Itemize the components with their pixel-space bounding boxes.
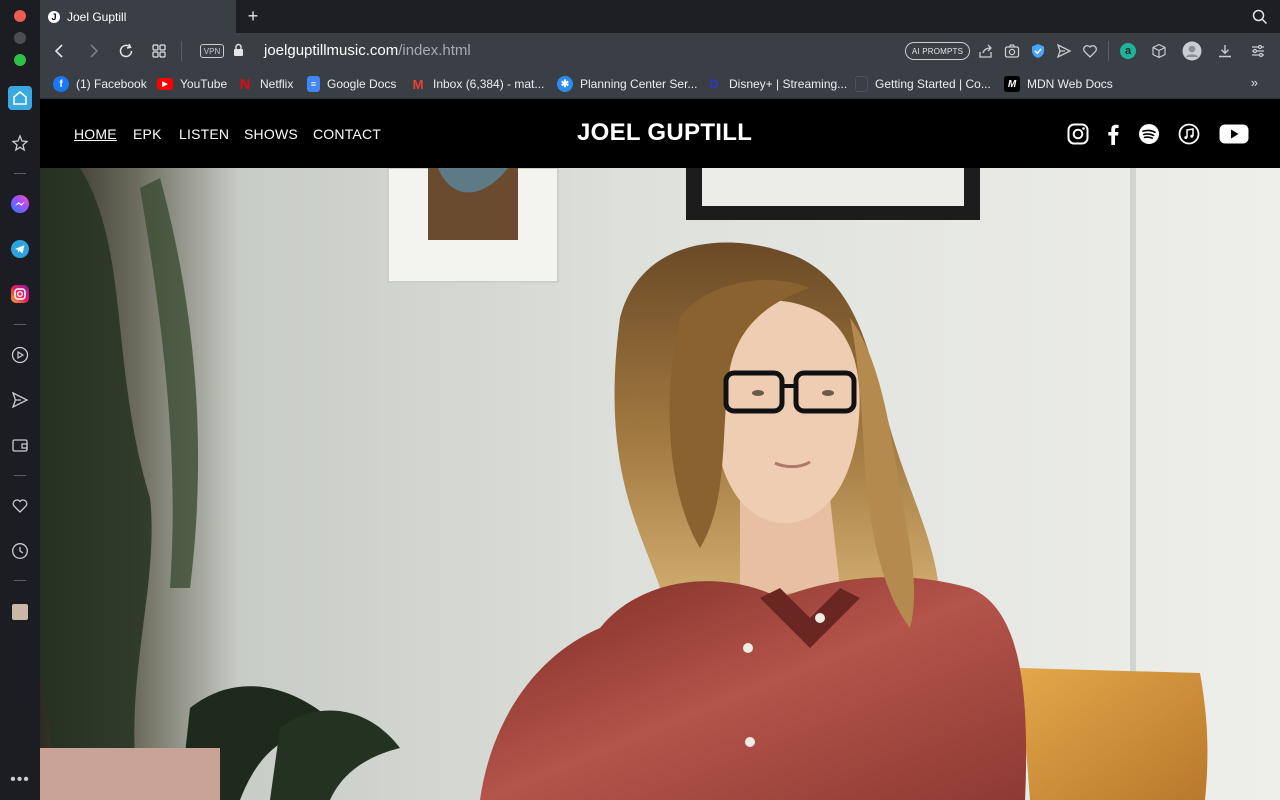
favorite-heart-icon[interactable] xyxy=(1080,41,1100,61)
url-field[interactable]: joelguptillmusic.com/index.html xyxy=(264,42,471,59)
site-logo[interactable]: JOEL GUPTILL xyxy=(577,119,752,147)
youtube-icon: ▶ xyxy=(157,78,173,90)
ai-prompts-button[interactable]: AI PROMPTS xyxy=(905,42,970,60)
tab-bar: J Joel Guptill + xyxy=(40,0,1280,33)
minimize-window-button[interactable] xyxy=(14,32,26,44)
sidebar-more-icon[interactable]: ••• xyxy=(8,768,32,792)
forward-button[interactable] xyxy=(83,41,103,61)
sidebar-messenger-icon[interactable] xyxy=(8,192,32,216)
close-window-button[interactable] xyxy=(14,10,26,22)
url-path: /index.html xyxy=(398,42,471,59)
mdn-icon: M xyxy=(1004,76,1020,92)
ad-blocker-shield-icon[interactable] xyxy=(1028,41,1048,61)
sidebar-player-icon[interactable] xyxy=(8,343,32,367)
nav-home-link[interactable]: HOME xyxy=(74,126,117,142)
url-host: joelguptillmusic.com xyxy=(264,42,399,59)
disney-plus-icon: D xyxy=(709,77,719,91)
site-header: HOME EPK LISTEN SHOWS CONTACT JOEL GUPTI… xyxy=(40,99,1280,168)
facebook-icon[interactable] xyxy=(1099,120,1127,148)
bookmark-disney-plus[interactable]: D Disney+ | Streaming... xyxy=(706,74,848,94)
google-docs-icon: ≡ xyxy=(307,76,320,92)
planning-center-icon: ✱ xyxy=(557,76,573,92)
bookmark-youtube[interactable]: ▶ YouTube xyxy=(157,74,227,94)
hero-photo-illustration xyxy=(40,168,1280,800)
sidebar-divider xyxy=(14,324,26,325)
bookmark-label: Inbox (6,384) - mat... xyxy=(433,77,545,91)
browser-sidebar: ••• xyxy=(0,0,40,800)
back-button[interactable] xyxy=(50,41,70,61)
toolbar-divider xyxy=(181,41,182,61)
youtube-icon[interactable] xyxy=(1217,120,1251,148)
bookmark-netflix[interactable]: N Netflix xyxy=(237,74,294,94)
spotify-icon[interactable] xyxy=(1135,120,1163,148)
nav-contact-link[interactable]: CONTACT xyxy=(313,126,381,142)
bookmark-label: (1) Facebook xyxy=(76,77,147,91)
snapshot-icon[interactable] xyxy=(1002,41,1022,61)
sidebar-divider xyxy=(14,475,26,476)
bookmark-label: Netflix xyxy=(260,77,294,91)
easy-setup-menu-icon[interactable] xyxy=(1248,41,1268,61)
lock-icon[interactable] xyxy=(233,43,244,62)
getting-started-icon xyxy=(855,76,868,92)
tab-joel-guptill[interactable]: J Joel Guptill xyxy=(40,0,236,33)
bookmark-label: Planning Center Ser... xyxy=(580,77,698,91)
facebook-icon: f xyxy=(53,76,69,92)
tab-favicon-icon: J xyxy=(48,10,60,23)
instagram-icon[interactable] xyxy=(1064,120,1092,148)
nav-epk-link[interactable]: EPK xyxy=(133,126,162,142)
reload-button[interactable] xyxy=(116,41,136,61)
apple-music-icon[interactable] xyxy=(1175,120,1203,148)
bookmark-facebook[interactable]: f (1) Facebook xyxy=(53,74,147,94)
netflix-icon: N xyxy=(239,75,251,93)
bookmark-mdn[interactable]: M MDN Web Docs xyxy=(1004,74,1113,94)
tab-search-icon[interactable] xyxy=(1252,9,1268,30)
bookmark-planning-center[interactable]: ✱ Planning Center Ser... xyxy=(557,74,697,94)
tab-title: Joel Guptill xyxy=(67,9,127,24)
extensions-cube-icon[interactable] xyxy=(1149,41,1169,61)
address-bar: VPN joelguptillmusic.com/index.html AI P… xyxy=(40,33,1280,69)
bookmark-gmail[interactable]: M Inbox (6,384) - mat... xyxy=(410,74,545,94)
sidebar-send-icon[interactable] xyxy=(8,388,32,412)
nav-listen-link[interactable]: LISTEN xyxy=(179,126,229,142)
gmail-icon: M xyxy=(412,76,424,92)
share-icon[interactable] xyxy=(976,41,996,61)
bookmark-label: Google Docs xyxy=(327,77,397,91)
sidebar-divider xyxy=(14,173,26,174)
new-tab-button[interactable]: + xyxy=(244,7,262,25)
web-page: HOME EPK LISTEN SHOWS CONTACT JOEL GUPTI… xyxy=(40,99,1280,800)
sidebar-instagram-icon[interactable] xyxy=(8,282,32,306)
sidebar-home-icon[interactable] xyxy=(8,86,32,110)
vpn-badge[interactable]: VPN xyxy=(200,44,224,58)
sidebar-history-icon[interactable] xyxy=(8,539,32,563)
bookmark-label: MDN Web Docs xyxy=(1027,77,1113,91)
hero-photo xyxy=(40,168,1280,800)
profile-avatar-icon[interactable] xyxy=(1182,41,1202,61)
sidebar-bookmarks-icon[interactable] xyxy=(8,131,32,155)
bookmark-google-docs[interactable]: ≡ Google Docs xyxy=(307,74,396,94)
sidebar-heart-icon[interactable] xyxy=(8,494,32,518)
sidebar-wallet-icon[interactable] xyxy=(8,433,32,457)
bookmarks-overflow-icon[interactable]: » xyxy=(1251,75,1258,90)
bookmark-label: Disney+ | Streaming... xyxy=(729,77,848,91)
nav-shows-link[interactable]: SHOWS xyxy=(244,126,298,142)
maximize-window-button[interactable] xyxy=(14,54,26,66)
bookmark-label: YouTube xyxy=(180,77,228,91)
tabs-grid-button[interactable] xyxy=(149,41,169,61)
bookmark-label: Getting Started | Co... xyxy=(875,77,991,91)
sidebar-divider xyxy=(14,580,26,581)
aria-ai-icon[interactable]: a xyxy=(1118,41,1138,61)
downloads-icon[interactable] xyxy=(1215,41,1235,61)
bookmarks-bar: f (1) Facebook ▶ YouTube N Netflix ≡ Goo… xyxy=(40,69,1280,99)
sidebar-telegram-icon[interactable] xyxy=(8,237,32,261)
toolbar-divider xyxy=(1108,41,1109,61)
sidebar-extension-icon[interactable] xyxy=(8,600,32,624)
send-icon[interactable] xyxy=(1054,41,1074,61)
bookmark-getting-started[interactable]: Getting Started | Co... xyxy=(855,74,991,94)
